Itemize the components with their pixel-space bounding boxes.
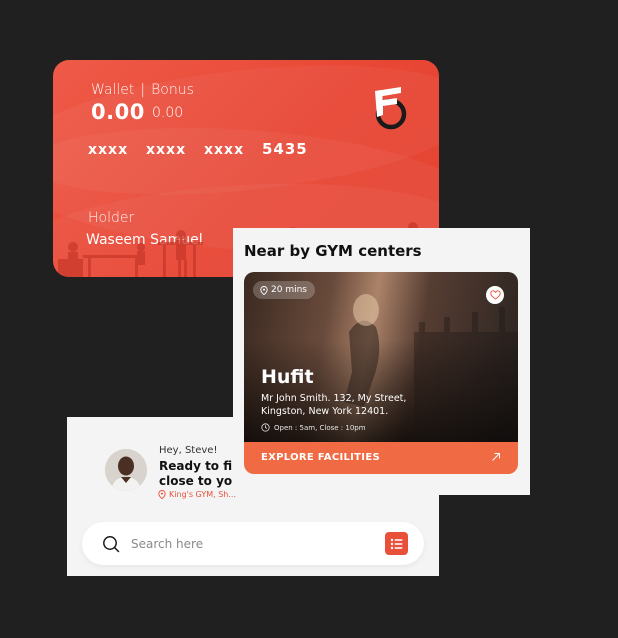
explore-facilities-button[interactable]: EXPLORE FACILITIES <box>244 442 518 474</box>
card-number: xxxx xxxx xxxx 5435 <box>88 140 320 158</box>
search-input[interactable] <box>129 533 353 555</box>
section-title: Near by GYM centers <box>244 242 422 260</box>
heart-icon <box>489 290 501 300</box>
search-bar[interactable] <box>82 522 424 565</box>
clock-icon <box>261 423 270 432</box>
wallet-labels: Wallet | Bonus <box>91 82 194 98</box>
travel-time-badge: 20 mins <box>253 281 315 299</box>
favorite-button[interactable] <box>486 286 504 304</box>
location-label: King's GYM, Sh... <box>169 490 236 499</box>
gym-name: Hufit <box>261 366 314 388</box>
user-avatar-icon <box>105 449 147 491</box>
wallet-label: Wallet <box>91 82 135 98</box>
search-icon <box>103 536 120 553</box>
location-pin-icon <box>260 285 268 295</box>
explore-label: EXPLORE FACILITIES <box>261 452 380 463</box>
label-separator: | <box>140 82 146 98</box>
gym-photo: 20 mins Hufit Mr John Smith. 132, My Str… <box>244 272 518 442</box>
card-number-last4: 5435 <box>262 140 308 158</box>
travel-time: 20 mins <box>271 285 307 295</box>
location-pin-icon <box>158 490 166 499</box>
card-number-group: xxxx <box>88 142 129 158</box>
card-number-group: xxxx <box>146 142 187 158</box>
card-number-group: xxxx <box>204 142 245 158</box>
filter-list-button[interactable] <box>385 532 408 555</box>
gym-address: Mr John Smith. 132, My Street, Kingston,… <box>261 393 407 417</box>
nearby-gyms-panel: Near by GYM centers 20 mins Hufit Mr Joh… <box>233 228 530 495</box>
list-filter-icon <box>390 538 403 549</box>
current-location[interactable]: King's GYM, Sh... <box>158 490 236 499</box>
wallet-balance: 0.00 <box>91 100 145 124</box>
bonus-amount: 0.00 <box>152 105 184 121</box>
arrow-up-right-icon <box>492 453 500 461</box>
bonus-label: Bonus <box>151 82 194 98</box>
gym-hours: Open : 5am, Close : 10pm <box>261 423 366 432</box>
brand-logo-icon <box>375 87 407 130</box>
hours-text: Open : 5am, Close : 10pm <box>274 423 366 432</box>
greeting-text: Hey, Steve! <box>159 445 218 456</box>
gym-card[interactable]: 20 mins Hufit Mr John Smith. 132, My Str… <box>244 272 518 474</box>
avatar[interactable] <box>105 449 147 491</box>
